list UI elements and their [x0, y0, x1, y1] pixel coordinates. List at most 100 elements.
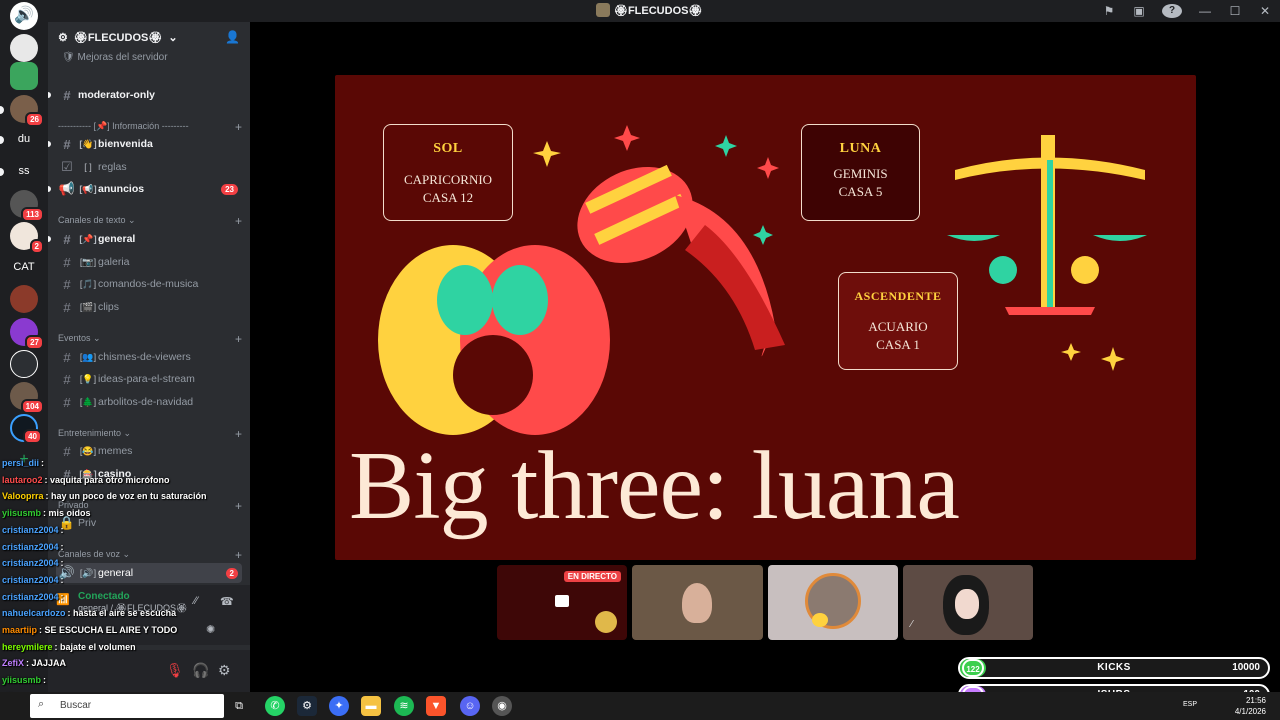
headphones-icon[interactable]: 🎧 — [192, 662, 209, 679]
mic-muted-icon[interactable]: 🎙 — [166, 662, 184, 679]
channel-clips[interactable]: # [🎬] clips — [56, 297, 242, 317]
server-icon-6[interactable]: 113 — [10, 190, 44, 222]
chat-message: cristianz2004: — [2, 542, 64, 552]
server-icon-13[interactable]: 40 — [10, 414, 42, 444]
add-channel-icon[interactable]: + — [235, 332, 242, 346]
hash-icon: # — [63, 231, 71, 247]
server-icon-12[interactable]: 104 — [10, 382, 44, 414]
add-channel-icon[interactable]: + — [235, 427, 242, 441]
hash-icon: # — [63, 371, 71, 387]
channel-moderator-only[interactable]: # moderator-only — [56, 85, 242, 105]
participant-face — [955, 589, 979, 619]
screen-icon[interactable]: ▣ — [1124, 4, 1154, 18]
server-icon-1[interactable] — [10, 62, 38, 90]
taskbar-search[interactable]: Buscar — [30, 694, 224, 718]
category-voz[interactable]: Canales de voz ⌄ + — [58, 548, 242, 562]
chat-message: ZefiX: JAJJAA — [2, 658, 66, 668]
chat-username: cristianz2004 — [2, 591, 59, 602]
server-header[interactable]: ⚙ 🏵FLECUDOS🏵 ⌄ 👤 — [48, 22, 250, 52]
channel-comandos-de-musica[interactable]: # [🎵] comandos-de-musica — [56, 274, 242, 294]
add-channel-icon[interactable]: + — [235, 214, 242, 228]
help-icon[interactable]: ? — [1162, 4, 1182, 18]
system-clock[interactable]: 21:56 4/1/2026 — [1235, 695, 1266, 717]
chat-message: Valooprra: hay un poco de voz en tu satu… — [2, 491, 207, 501]
voice-user-count: 2 — [225, 567, 238, 579]
camera-tile-2[interactable]: ⁄ — [903, 565, 1033, 640]
server-ss[interactable]: ss — [10, 157, 38, 185]
obs-icon[interactable]: ◉ — [492, 696, 512, 716]
chat-message: hereymilere: bajate el volumen — [2, 642, 136, 652]
chat-text: JAJJAA — [31, 658, 67, 669]
noise-suppression-icon[interactable]: ⁄⁄ — [194, 595, 198, 607]
chat-message: yiisusmb: — [2, 675, 46, 685]
server-icon-0[interactable] — [10, 34, 38, 62]
add-channel-icon[interactable]: + — [235, 120, 242, 134]
server-du[interactable]: du — [10, 125, 38, 153]
mention-badge: 23 — [221, 183, 238, 195]
copilot-icon[interactable]: ✦ — [329, 696, 349, 716]
add-channel-icon[interactable]: + — [235, 499, 242, 513]
server-icon-11[interactable] — [10, 350, 38, 378]
chat-text: vaquita para otro micrófono — [50, 474, 170, 485]
channel-memes[interactable]: # [😂] memes — [56, 441, 242, 461]
channel-general[interactable]: # [📌] general — [56, 229, 242, 249]
server-badge: 40 — [23, 429, 42, 444]
gear-icon[interactable]: ⚙ — [218, 662, 231, 679]
avatar-tile[interactable] — [768, 565, 898, 640]
screenshare-tile[interactable]: EN DIRECTO — [497, 565, 627, 640]
category-entretenimiento[interactable]: Entretenimiento ⌄ + — [58, 427, 242, 441]
window-title-text: 🏵FLECUDOS🏵 — [614, 4, 703, 17]
wave-icon: [👋] — [79, 138, 97, 149]
language-indicator[interactable]: ESP — [1183, 701, 1197, 708]
spotify-icon[interactable]: ≋ — [394, 696, 414, 716]
hash-icon: # — [63, 276, 71, 292]
invite-icon[interactable]: 👤 — [225, 30, 240, 44]
duck-icon — [812, 613, 828, 627]
channel-bienvenida[interactable]: # [👋] bienvenida — [56, 134, 242, 154]
window-title: 🏵FLECUDOS🏵 — [596, 3, 702, 17]
chat-username: yiisusmb — [2, 508, 42, 519]
activity-icon[interactable]: ✺ — [206, 623, 215, 636]
whatsapp-icon[interactable]: ✆ — [265, 696, 285, 716]
channel-galeria[interactable]: # [📷] galeria — [56, 252, 242, 272]
channel-label: bienvenida — [98, 138, 153, 150]
voice-channel-general[interactable]: 🔊 [🔊] general 2 — [56, 563, 242, 583]
steam-icon[interactable]: ⚙ — [297, 696, 317, 716]
server-cat[interactable]: CAT — [10, 253, 38, 281]
channel-anuncios[interactable]: 📢 [📢] anuncios 23 — [56, 179, 242, 199]
taskbar: Buscar ⌕ ⧉ ✆ ⚙ ✦ ▬ ≋ ▼ ☺ ◉ ESP 21:56 4/1… — [0, 692, 1280, 720]
minimize-button[interactable]: — — [1190, 4, 1220, 18]
chat-message: cristianz2004: — [2, 575, 64, 585]
channel-arbolitos-de-navidad[interactable]: # [🌲] arbolitos-de-navidad — [56, 392, 242, 412]
channel-ideas-para-el-stream[interactable]: # [💡] ideas-para-el-stream — [56, 369, 242, 389]
task-view-icon[interactable]: ⧉ — [229, 696, 249, 716]
search-icon: ⌕ — [38, 698, 45, 710]
channel-reglas[interactable]: ☑ [ ] reglas — [56, 157, 242, 177]
server-icon-10[interactable]: 27 — [10, 318, 44, 350]
maximize-button[interactable]: ☐ — [1220, 4, 1250, 18]
add-channel-icon[interactable]: + — [235, 548, 242, 562]
category-informacion[interactable]: ----------- [📌] Información --------- + — [58, 120, 242, 134]
server-icon-9[interactable] — [10, 285, 38, 313]
disconnect-icon[interactable]: ☎ — [220, 595, 234, 608]
participant-face — [682, 583, 712, 623]
inbox-icon[interactable]: ⚑ — [1094, 4, 1124, 18]
voice-status: Conectado — [78, 591, 130, 602]
pin-icon: [📌] — [79, 233, 97, 244]
server-boost[interactable]: 🛡 Mejoras del servidor — [62, 52, 168, 63]
stream-slide[interactable]: SOL CAPRICORNIO CASA 12 LUNA GEMINIS CAS… — [335, 75, 1196, 560]
server-icon — [596, 3, 610, 17]
speaker-icon[interactable]: 🔊 — [10, 2, 38, 30]
channel-label: anuncios — [98, 183, 145, 195]
chat-text: hay un poco de voz en tu saturación — [51, 491, 207, 502]
discord-icon[interactable]: ☺ — [460, 696, 480, 716]
brave-icon[interactable]: ▼ — [426, 696, 446, 716]
server-icon-7[interactable]: 2 — [10, 222, 44, 254]
close-button[interactable]: ✕ — [1250, 4, 1280, 18]
server-icon-2[interactable]: 26 — [10, 95, 44, 127]
file-explorer-icon[interactable]: ▬ — [361, 696, 381, 716]
camera-tile-1[interactable] — [632, 565, 763, 640]
category-eventos[interactable]: Eventos ⌄ + — [58, 332, 242, 346]
category-texto[interactable]: Canales de texto ⌄ + — [58, 214, 242, 228]
channel-chismes-de-viewers[interactable]: # [👥] chismes-de-viewers — [56, 347, 242, 367]
